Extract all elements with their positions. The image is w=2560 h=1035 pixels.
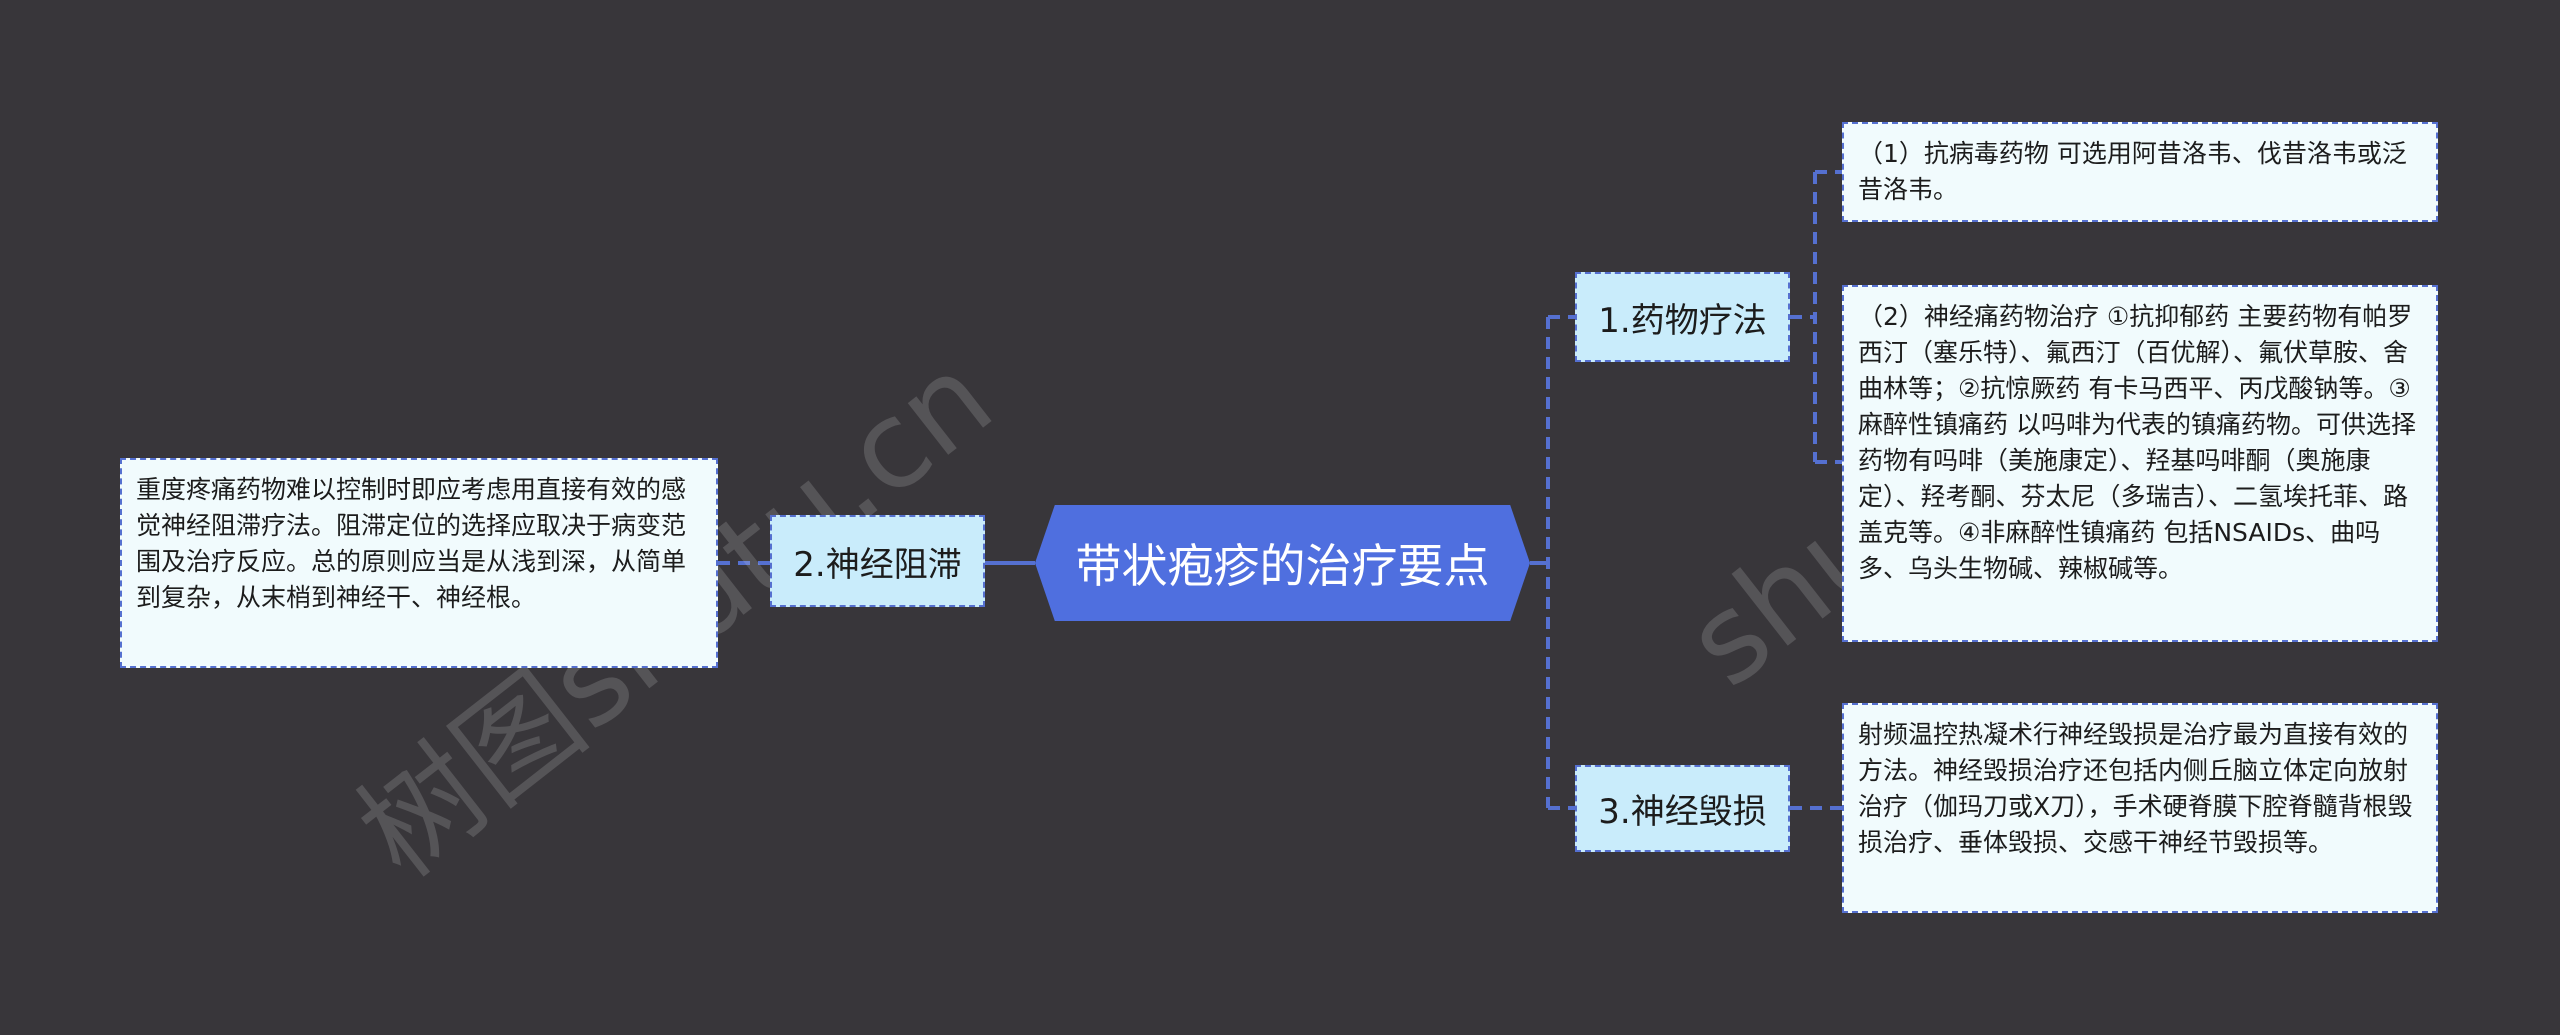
mindmap-canvas: 树图shutu.cn shutu.cn 带状疱疹的治疗要点 2.神经阻滞 重度疼… [0,0,2560,1035]
branch-label: 2.神经阻滞 [793,544,962,585]
leaf-text: 重度疼痛药物难以控制时即应考虑用直接有效的感觉神经阻滞疗法。阻滞定位的选择应取决… [136,475,687,612]
root-topic-label: 带状疱疹的治疗要点 [1075,539,1490,593]
leaf-text: 射频温控热凝术行神经毁损是治疗最为直接有效的方法。神经毁损治疗还包括内侧丘脑立体… [1858,720,2413,857]
leaf-text: （1）抗病毒药物 可选用阿昔洛韦、伐昔洛韦或泛昔洛韦。 [1858,139,2407,204]
branch-nerve-destruction[interactable]: 3.神经毁损 [1575,765,1790,852]
leaf-nerve-destruction-detail[interactable]: 射频温控热凝术行神经毁损是治疗最为直接有效的方法。神经毁损治疗还包括内侧丘脑立体… [1842,703,2438,913]
branch-nerve-block[interactable]: 2.神经阻滞 [770,515,985,607]
leaf-text: （2）神经痛药物治疗 ①抗抑郁药 主要药物有帕罗西汀（塞乐特）、氟西汀（百优解）… [1858,302,2416,583]
branch-label: 3.神经毁损 [1598,792,1767,832]
leaf-antiviral-drugs[interactable]: （1）抗病毒药物 可选用阿昔洛韦、伐昔洛韦或泛昔洛韦。 [1842,122,2438,222]
branch-label: 1.药物疗法 [1598,300,1767,341]
branch-drug-therapy[interactable]: 1.药物疗法 [1575,272,1790,362]
leaf-nerve-block-detail[interactable]: 重度疼痛药物难以控制时即应考虑用直接有效的感觉神经阻滞疗法。阻滞定位的选择应取决… [120,458,718,668]
root-topic[interactable]: 带状疱疹的治疗要点 [1035,505,1530,621]
leaf-neuralgia-drugs[interactable]: （2）神经痛药物治疗 ①抗抑郁药 主要药物有帕罗西汀（塞乐特）、氟西汀（百优解）… [1842,285,2438,642]
